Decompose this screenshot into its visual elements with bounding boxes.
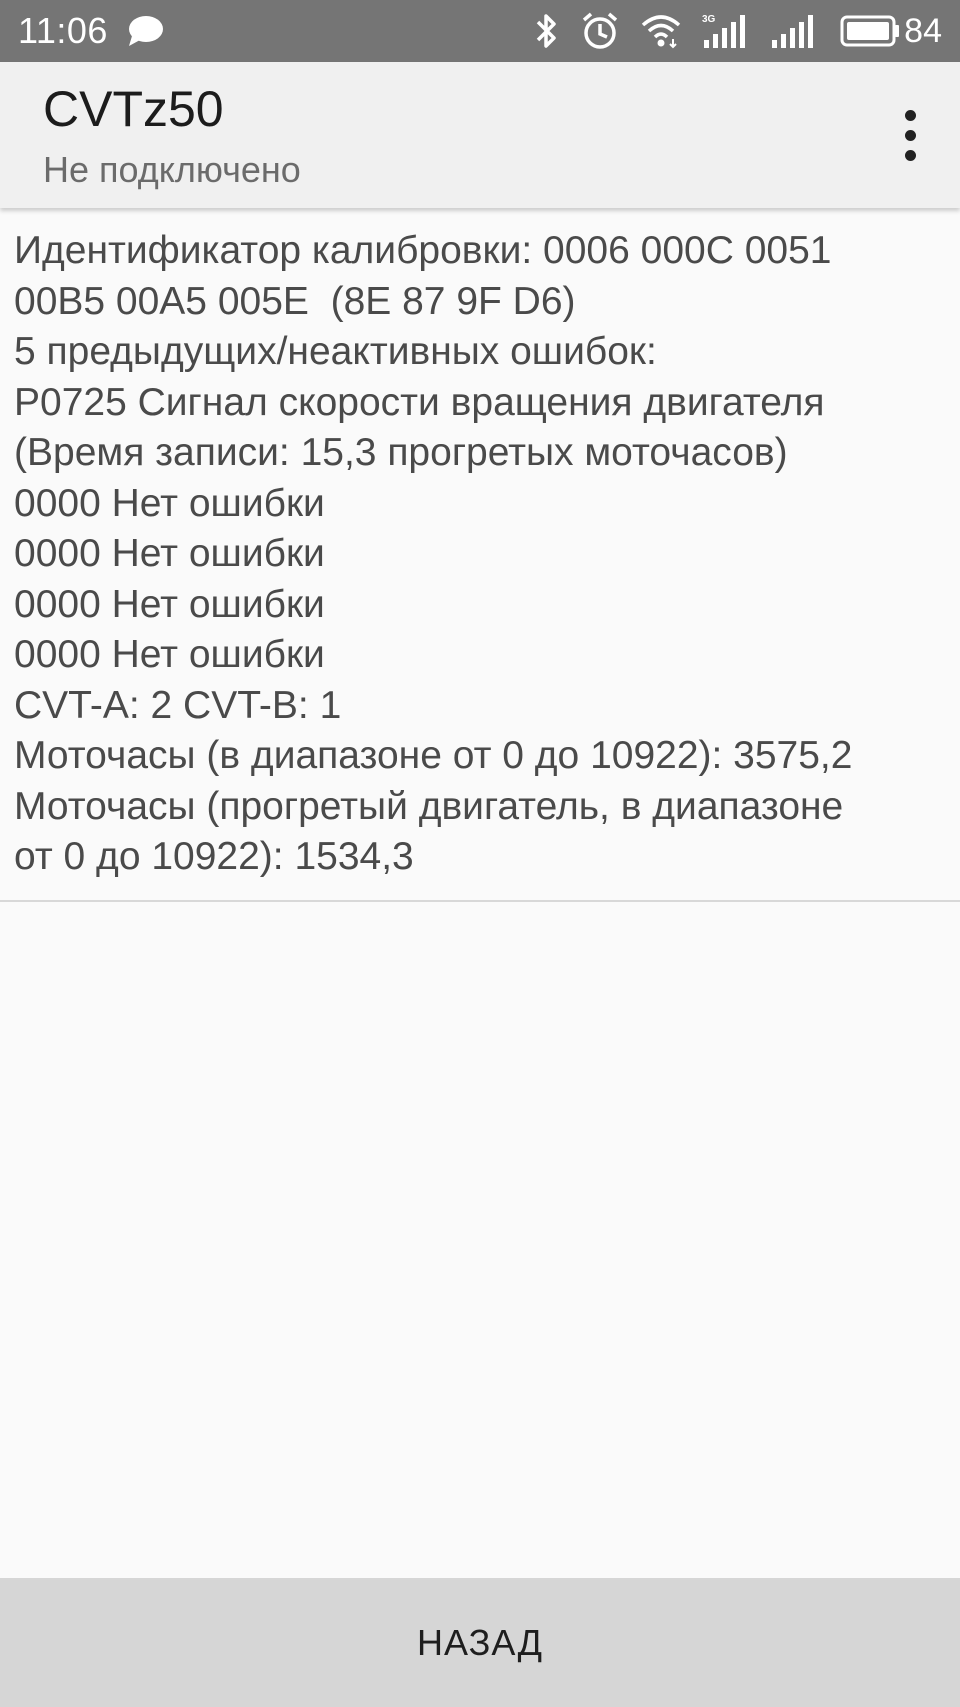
overflow-dot — [904, 109, 916, 121]
bluetooth-icon — [536, 14, 556, 48]
report-line: Идентификатор калибровки: 0006 000C 0051 — [14, 229, 832, 272]
report-line: 0000 Нет ошибки — [14, 532, 325, 575]
battery-indicator: 84 — [840, 12, 942, 51]
report-line: Моточасы (в диапазоне от 0 до 10922): 35… — [14, 734, 853, 777]
status-bar-right: 3G 84 — [514, 0, 942, 62]
app-title: CVTz50 — [43, 81, 224, 137]
status-bar: 11:06 3G 84 — [0, 0, 960, 62]
report-line: Моточасы (прогретый двигатель, в диапазо… — [14, 784, 844, 828]
report-line: (Время записи: 15,3 прогретых моточасов) — [14, 431, 788, 474]
report-line: от 0 до 10922): 1534,3 — [14, 835, 414, 878]
report-line: 5 предыдущих/неактивных ошибок: — [14, 330, 657, 373]
overflow-dot — [904, 129, 916, 141]
report-line: 0000 Нет ошибки — [14, 481, 325, 525]
report-line: 00B5 00A5 005E (8E 87 9F D6) — [14, 279, 576, 323]
battery-percent: 84 — [904, 11, 942, 50]
alarm-icon — [583, 12, 618, 49]
chat-icon — [128, 16, 163, 46]
overflow-dot — [904, 149, 916, 161]
more-vert-icon[interactable] — [888, 102, 932, 168]
signal-icon — [772, 15, 814, 48]
report-line: CVT-A: 2 CVT-B: 1 — [14, 683, 342, 727]
report-line: 0000 Нет ошибки — [14, 582, 325, 626]
connection-status: Не подключено — [43, 149, 301, 190]
signal-3g-icon: 3G — [702, 14, 746, 48]
status-time: 11:06 — [18, 10, 108, 51]
battery-icon — [840, 15, 900, 47]
wifi-icon — [642, 15, 681, 49]
back-button[interactable]: НАЗАД — [0, 1578, 960, 1707]
svg-text:3G: 3G — [702, 14, 716, 25]
report-line: P0725 Сигнал скорости вращения двигателя — [14, 380, 825, 424]
report-line: 0000 Нет ошибки — [14, 633, 325, 676]
app-bar: CVTz50 Не подключено — [0, 62, 960, 208]
status-bar-left: 11:06 — [18, 0, 164, 62]
diagnostic-report: Идентификатор калибровки: 0006 000C 0051… — [0, 226, 960, 902]
